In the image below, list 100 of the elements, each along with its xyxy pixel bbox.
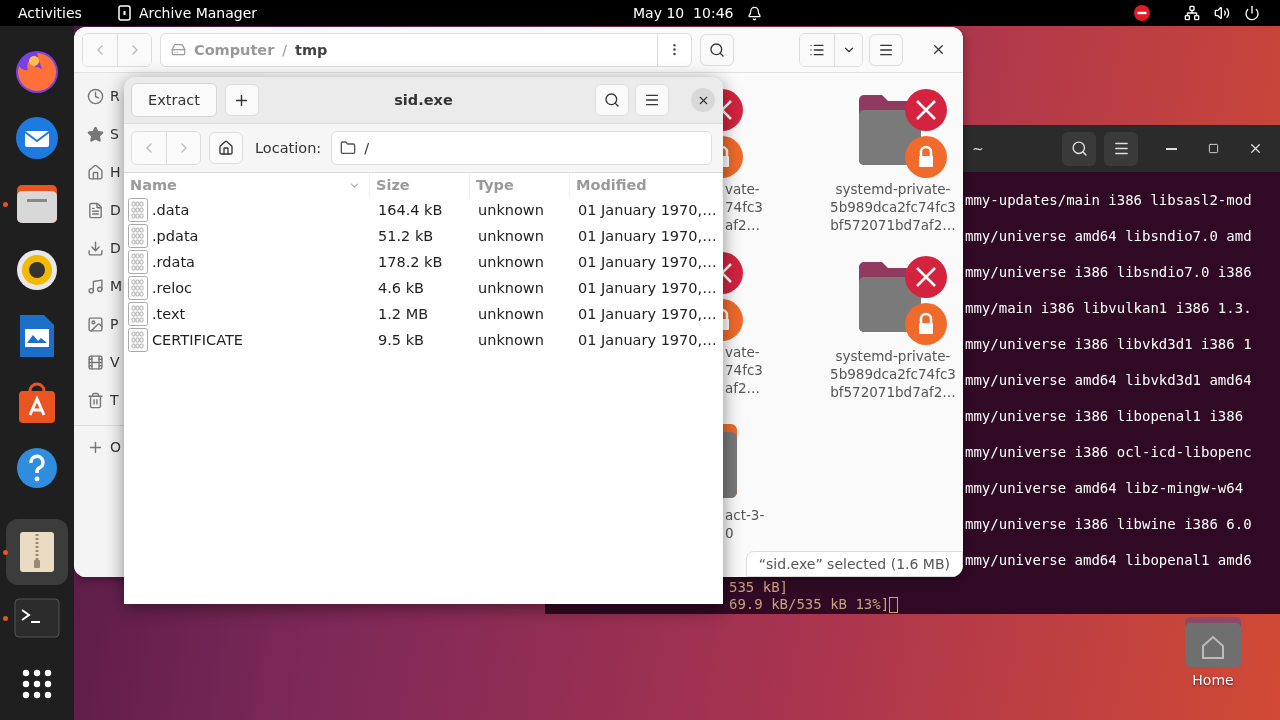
menu-button[interactable] (869, 33, 903, 66)
terminal-line: mmy/universe amd64 libz-mingw-w64 (965, 479, 1245, 497)
archive-icon (18, 530, 56, 574)
file-name[interactable]: .reloc (152, 280, 193, 296)
terminal-line: mmy/universe i386 libopenal1 i386 (965, 407, 1245, 425)
folder-icon (15, 183, 59, 225)
file-name: 74fc3 (724, 198, 763, 216)
menu-button[interactable] (1104, 131, 1138, 166)
terminal-line: mmy/universe i386 libwine i386 6.0 (965, 515, 1253, 533)
maximize-icon (1207, 143, 1219, 154)
search-button[interactable] (1062, 131, 1096, 166)
path-bar[interactable]: Computer / tmp (160, 32, 692, 67)
file-name: bf572071bd7af2… (830, 383, 956, 401)
clock[interactable]: May 10 10:46 (633, 5, 734, 21)
file-name[interactable]: .data (152, 202, 190, 218)
search-icon (709, 41, 725, 58)
terminal-line: mmy/universe i386 ocl-icd-libopenc (965, 443, 1253, 461)
terminal-icon (14, 598, 60, 638)
table-cell-text: 1.2 MB (377, 306, 430, 322)
volume-icon[interactable] (1214, 5, 1230, 21)
search-icon (1070, 140, 1088, 157)
selection-status: “sid.exe” selected (1.6 MB) (745, 551, 963, 577)
power-icon[interactable] (1244, 5, 1260, 21)
sidebar-item[interactable]: S (110, 126, 119, 142)
close-button[interactable] (691, 88, 715, 112)
search-button[interactable] (595, 84, 629, 116)
home-button[interactable] (209, 132, 243, 164)
clock-icon (87, 87, 104, 105)
terminal-line: 69.9 kB/535 kB 13%] (729, 596, 890, 613)
sidebar-item[interactable]: R (110, 88, 120, 104)
archive-icon (117, 5, 131, 21)
terminal-line: mmy-updates/main i386 libsasl2-mod (965, 191, 1253, 209)
file-name[interactable]: CERTIFICATE (152, 332, 243, 348)
text-cursor (889, 596, 899, 613)
table-cell-text: 9.5 kB (377, 332, 425, 348)
location-field[interactable]: / (331, 131, 712, 165)
app-grid-icon (22, 669, 52, 699)
bell-icon (747, 5, 763, 21)
sidebar-item[interactable]: O (110, 439, 122, 455)
document-icon (87, 201, 104, 219)
terminal-line: mmy/universe i386 libvkd3d1 i386 1 (965, 335, 1253, 353)
window-title: sid.exe (393, 92, 454, 108)
table-cell-text: unknown (477, 306, 545, 322)
activities-button[interactable]: Activities (18, 5, 82, 21)
file-name[interactable]: .rdata (152, 254, 195, 270)
file-name: 74fc3 (724, 361, 763, 379)
star-icon (87, 125, 104, 143)
binary-file-icon (128, 276, 148, 300)
table-cell-text: unknown (477, 254, 545, 270)
binary-file-icon (128, 250, 148, 274)
file-name: systemd-private- (835, 347, 951, 365)
table-cell-text: 01 January 1970,… (577, 280, 718, 296)
sidebar-item[interactable]: D (110, 240, 121, 256)
sidebar-item[interactable]: P (110, 316, 119, 332)
sidebar-item[interactable]: M (110, 278, 123, 294)
file-name[interactable]: .pdata (152, 228, 199, 244)
path-crumb[interactable]: tmp (295, 41, 328, 58)
menu-icon (1112, 140, 1130, 157)
dock-item[interactable] (6, 519, 68, 585)
table-cell-text: 01 January 1970,… (577, 332, 718, 348)
file-name: vate- (724, 180, 760, 198)
folder-icon (340, 140, 357, 156)
film-icon (87, 353, 104, 371)
terminal-line: mmy/universe i386 libsndio7.0 i386 (965, 263, 1253, 281)
no-entry-icon[interactable] (1134, 5, 1150, 21)
terminal-line: 535 kB] (729, 579, 788, 596)
menu-icon (644, 92, 660, 108)
search-button[interactable] (700, 33, 734, 66)
sidebar-item[interactable]: D (110, 202, 121, 218)
firefox-icon (14, 49, 60, 95)
search-icon (604, 92, 620, 108)
extract-button[interactable]: Extract (131, 83, 217, 117)
sidebar-item[interactable]: H (110, 164, 121, 180)
table-cell-text: 01 January 1970,… (577, 306, 718, 322)
help-icon (15, 446, 59, 490)
app-menu[interactable]: Archive Manager (138, 5, 258, 21)
sidebar-item[interactable]: V (110, 354, 120, 370)
picture-icon (87, 315, 104, 333)
download-icon (87, 239, 104, 257)
file-name: act-3- (724, 506, 765, 524)
list-view-button[interactable] (800, 33, 834, 66)
trash-icon (87, 391, 104, 409)
file-name: 5b989dca2fc74fc3 (830, 365, 956, 383)
mail-icon (14, 115, 60, 161)
table-cell-text: unknown (477, 280, 545, 296)
network-icon[interactable] (1184, 5, 1200, 21)
home-icon (87, 163, 104, 181)
file-name: vate- (724, 343, 760, 361)
table-cell-text: unknown (477, 202, 545, 218)
file-name: 0 (724, 524, 734, 542)
sidebar-item[interactable]: T (110, 392, 119, 408)
home-folder-icon[interactable] (1184, 616, 1242, 668)
terminal-title: ~ (972, 140, 984, 157)
menu-button[interactable] (635, 84, 669, 116)
minimize-icon (1165, 147, 1177, 150)
file-name[interactable]: .text (152, 306, 186, 322)
terminal-line: mmy/main i386 libvulkan1 i386 1.3. (965, 299, 1253, 317)
binary-file-icon (128, 302, 148, 326)
document-icon (17, 313, 57, 359)
table-cell-text: 164.4 kB (377, 202, 444, 218)
